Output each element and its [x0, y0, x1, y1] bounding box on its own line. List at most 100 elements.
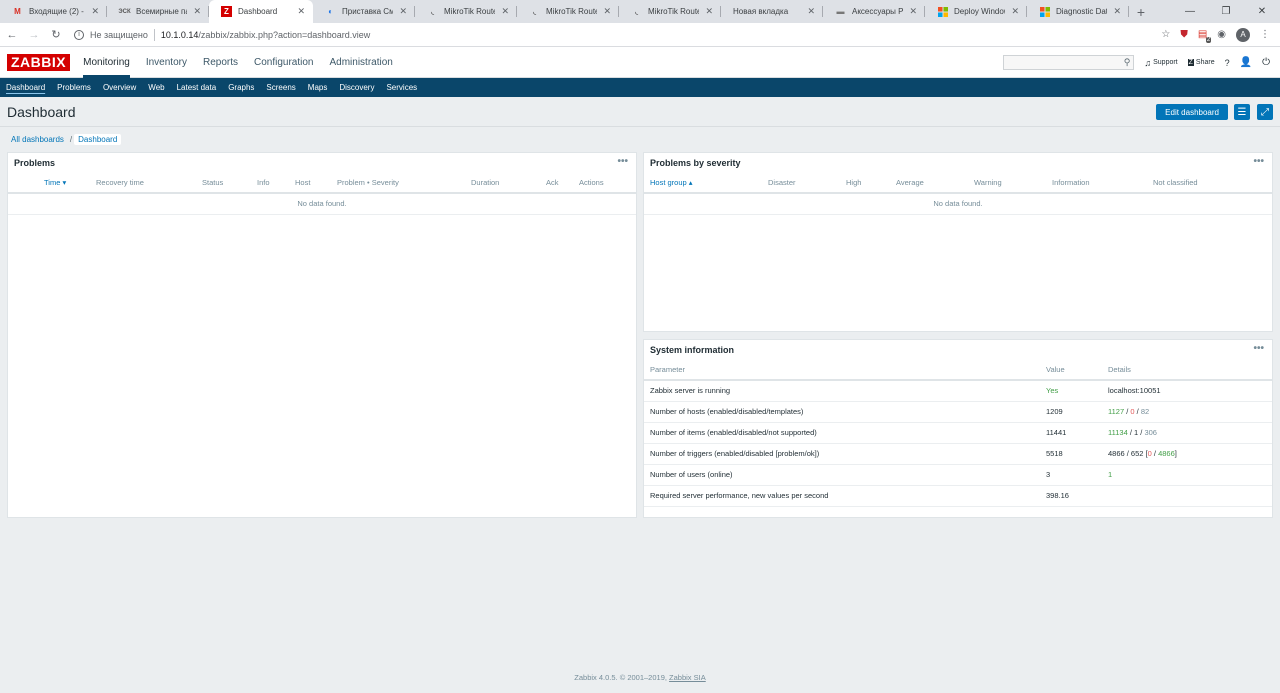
breadcrumb-current[interactable]: Dashboard: [74, 134, 122, 145]
close-icon[interactable]: ✕: [1011, 6, 1019, 17]
address-bar[interactable]: i Не защищено 10.1.0.14/zabbix/zabbix.ph…: [74, 26, 1161, 44]
submenu-latest-data[interactable]: Latest data: [171, 78, 223, 97]
widget-menu-icon[interactable]: •••: [1253, 156, 1264, 167]
forward-icon[interactable]: →: [24, 29, 44, 41]
search-icon[interactable]: ⚲: [1124, 57, 1131, 68]
details-cell: 11134 / 1 / 306: [1102, 422, 1272, 444]
tab-label: Dashboard: [238, 7, 278, 16]
footer-link[interactable]: Zabbix SIA: [669, 673, 706, 682]
browser-tab-dashboard[interactable]: Z Dashboard ✕: [209, 0, 313, 23]
close-icon[interactable]: ✕: [705, 6, 713, 17]
header-tools: ⚲ ♫ Support Z Share ? 👤 ⏻: [1003, 47, 1270, 78]
submenu-services[interactable]: Services: [380, 78, 423, 97]
widget-header: System information •••: [644, 340, 1272, 360]
dashboard-list-button[interactable]: ☰: [1234, 104, 1250, 120]
info-icon[interactable]: i: [74, 29, 84, 40]
search-input[interactable]: ⚲: [1003, 55, 1135, 70]
reload-icon[interactable]: ↻: [46, 28, 66, 41]
url-path: /zabbix/zabbix.php?action=dashboard.view: [198, 29, 371, 40]
menu-configuration[interactable]: Configuration: [246, 47, 321, 78]
menu-inventory[interactable]: Inventory: [138, 47, 195, 78]
browser-tab[interactable]: ЭСК Всемирные пар ✕: [107, 0, 209, 23]
close-icon[interactable]: ✕: [399, 6, 407, 17]
widget-header: Problems by severity •••: [644, 153, 1272, 173]
browser-tab[interactable]: ◐ Приставка Смар ✕: [313, 0, 415, 23]
submenu-web[interactable]: Web: [142, 78, 170, 97]
breadcrumb-all-dashboards[interactable]: All dashboards: [7, 135, 68, 144]
support-link[interactable]: ♫ Support: [1144, 58, 1177, 68]
table-row: Number of triggers (enabled/disabled [pr…: [644, 443, 1272, 465]
bracket: ]: [1174, 449, 1177, 458]
zabbix-logo[interactable]: ZABBIX: [7, 53, 71, 71]
edit-dashboard-button[interactable]: Edit dashboard: [1156, 104, 1228, 120]
submenu-overview[interactable]: Overview: [97, 78, 142, 97]
bookmark-star-icon[interactable]: ☆: [1161, 29, 1170, 40]
close-icon[interactable]: ✕: [1113, 6, 1121, 17]
menu-administration[interactable]: Administration: [321, 47, 400, 78]
browser-tab[interactable]: ◟ MikroTik Routers ✕: [619, 0, 721, 23]
column-header[interactable]: Time ▾: [8, 173, 90, 194]
browser-tab-gmail[interactable]: M Входящие (2) - a ✕: [0, 0, 107, 23]
back-icon[interactable]: ←: [2, 29, 22, 41]
menu-monitoring[interactable]: Monitoring: [75, 47, 138, 78]
submenu-problems[interactable]: Problems: [51, 78, 97, 97]
enabled-count: 1127: [1108, 407, 1125, 416]
close-icon[interactable]: ✕: [603, 6, 611, 17]
menu-reports[interactable]: Reports: [195, 47, 246, 78]
widget-menu-icon[interactable]: •••: [1253, 343, 1264, 354]
problems-widget: Problems ••• Time ▾ Recovery time Status…: [7, 152, 637, 518]
close-window-icon[interactable]: ✕: [1244, 0, 1280, 23]
browser-tab[interactable]: Diagnostic Data ✕: [1027, 0, 1129, 23]
widget-header: Problems •••: [8, 153, 636, 173]
submenu-maps[interactable]: Maps: [302, 78, 334, 97]
column-header: Host: [289, 173, 331, 194]
mikrotik-icon: ◟: [634, 7, 639, 16]
maximize-icon[interactable]: ❐: [1208, 0, 1244, 23]
close-icon[interactable]: ✕: [91, 6, 99, 17]
column-header[interactable]: Problem • Severity: [331, 173, 465, 194]
url-text[interactable]: 10.1.0.14/zabbix/zabbix.php?action=dashb…: [161, 30, 370, 40]
browser-tab[interactable]: Deploy Window ✕: [925, 0, 1027, 23]
tab-label: Новая вкладка: [733, 7, 789, 16]
mikrotik-icon: ◟: [430, 7, 435, 16]
browser-tab-strip: M Входящие (2) - a ✕ ЭСК Всемирные пар ✕…: [0, 0, 1280, 23]
browser-tab[interactable]: Новая вкладка ✕: [721, 0, 823, 23]
share-label: Share: [1195, 59, 1215, 66]
submenu-dashboard[interactable]: Dashboard: [0, 78, 51, 97]
submenu-discovery[interactable]: Discovery: [333, 78, 380, 97]
minimize-icon[interactable]: —: [1172, 0, 1208, 23]
close-icon[interactable]: ✕: [909, 6, 917, 17]
column-header[interactable]: Host group ▴: [644, 173, 762, 194]
details-cell: [1102, 485, 1272, 507]
tab-label: MikroTik Routers: [648, 7, 700, 16]
close-icon[interactable]: ✕: [297, 6, 305, 17]
microsoft-icon: [1039, 6, 1050, 17]
divider: [153, 28, 155, 41]
browser-tab[interactable]: ◟ MikroTik Routers ✕: [415, 0, 517, 23]
share-link[interactable]: Z Share: [1187, 59, 1215, 66]
sub-menu: Dashboard Problems Overview Web Latest d…: [0, 78, 1280, 97]
browser-tab[interactable]: ◟ MikroTik Routers ✕: [517, 0, 619, 23]
extension-icon[interactable]: ▤ 2: [1198, 29, 1212, 43]
fullscreen-button[interactable]: ⤢: [1257, 104, 1273, 120]
user-profile-icon[interactable]: 👤: [1240, 57, 1252, 68]
ublock-icon[interactable]: ⛊: [1180, 29, 1188, 40]
profile-avatar[interactable]: A: [1236, 27, 1250, 42]
close-icon[interactable]: ✕: [807, 6, 815, 17]
browser-menu-icon[interactable]: ⋮: [1260, 29, 1270, 40]
close-icon[interactable]: ✕: [501, 6, 509, 17]
submenu-graphs[interactable]: Graphs: [222, 78, 260, 97]
sign-out-icon[interactable]: ⏻: [1262, 57, 1270, 68]
close-icon[interactable]: ✕: [193, 6, 201, 17]
new-tab-button[interactable]: +: [1129, 0, 1153, 23]
not-secure-label: Не защищено: [90, 29, 148, 40]
help-icon[interactable]: ?: [1225, 58, 1230, 68]
tab-label: Входящие (2) - a: [29, 7, 86, 16]
extension-icon[interactable]: ◉: [1217, 29, 1226, 40]
widget-menu-icon[interactable]: •••: [617, 156, 628, 167]
tab-label: MikroTik Routers: [444, 7, 496, 16]
value-cell: 3: [1040, 464, 1102, 486]
window-controls: — ❐ ✕: [1172, 0, 1280, 23]
submenu-screens[interactable]: Screens: [260, 78, 301, 97]
browser-tab[interactable]: ▬ Аксессуары РоЕ ✕: [823, 0, 925, 23]
